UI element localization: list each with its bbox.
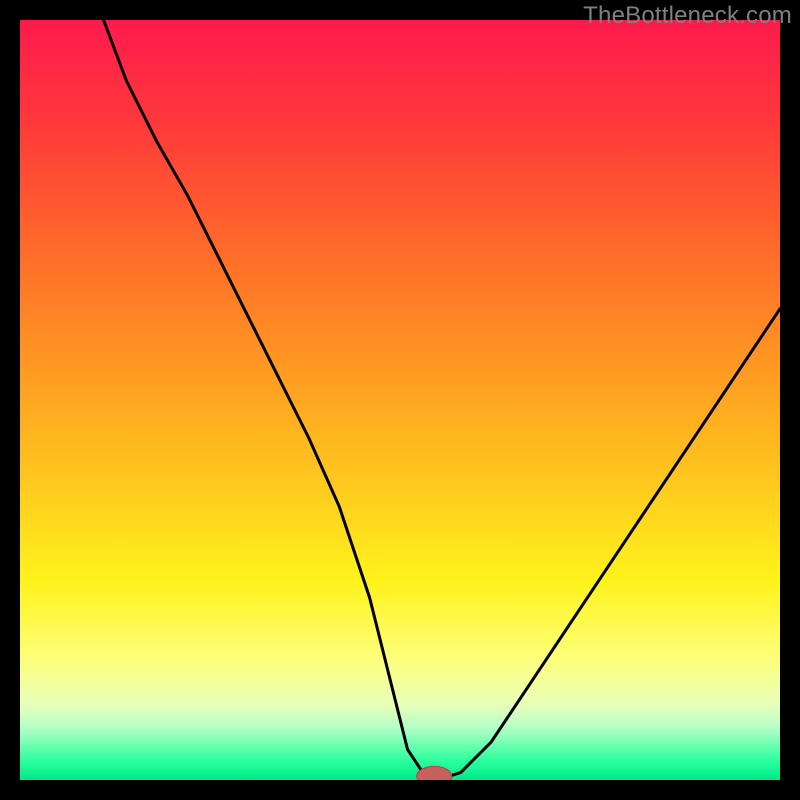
watermark-text: TheBottleneck.com xyxy=(583,2,792,30)
heat-background xyxy=(20,20,780,780)
chart-frame: TheBottleneck.com xyxy=(0,0,800,800)
bottleneck-plot xyxy=(20,20,780,780)
